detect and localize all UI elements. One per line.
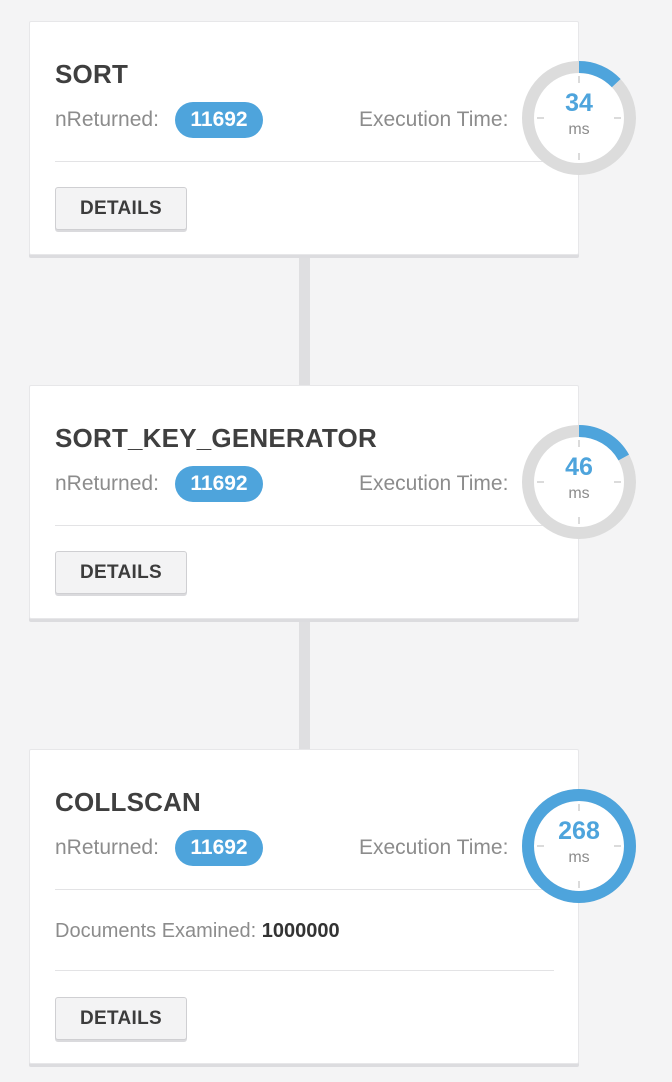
details-button[interactable]: DETAILS	[55, 187, 187, 230]
execution-time-clock: 34 ms	[519, 58, 639, 178]
stage-card-sort-key-generator: SORT_KEY_GENERATOR nReturned: 11692 Exec…	[29, 385, 579, 619]
details-button[interactable]: DETAILS	[55, 551, 187, 594]
nreturned-badge: 11692	[175, 830, 263, 866]
clock-ring-icon	[522, 789, 636, 903]
stage-card-sort: SORT nReturned: 11692 Execution Time: DE…	[29, 21, 579, 255]
execution-time-value: 46	[565, 453, 593, 481]
stage-name: COLLSCAN	[55, 787, 202, 817]
divider	[55, 889, 554, 890]
documents-examined-label: Documents Examined:	[55, 920, 257, 942]
execution-time-label: Execution Time:	[359, 108, 509, 131]
clock-ring-icon	[522, 61, 636, 175]
execution-time-unit: ms	[568, 121, 590, 138]
nreturned-badge: 11692	[175, 102, 263, 138]
nreturned-label: nReturned:	[55, 472, 159, 495]
execution-time-value: 34	[565, 89, 593, 117]
nreturned-label: nReturned:	[55, 836, 159, 859]
divider	[55, 970, 554, 971]
execution-time-label: Execution Time:	[359, 472, 509, 495]
divider	[55, 161, 554, 162]
stage-connector	[299, 619, 310, 750]
stage-card-collscan: COLLSCAN nReturned: 11692 Execution Time…	[29, 749, 579, 1064]
execution-time-unit: ms	[568, 485, 590, 502]
execution-time-unit: ms	[568, 849, 590, 866]
divider	[55, 525, 554, 526]
execution-time-clock: 268 ms	[519, 786, 639, 906]
execution-time-clock: 46 ms	[519, 422, 639, 542]
documents-examined: Documents Examined: 1000000	[55, 920, 340, 943]
stage-connector	[299, 255, 310, 386]
nreturned-label: nReturned:	[55, 108, 159, 131]
clock-ring-icon	[522, 425, 636, 539]
explain-plan-tree: SORT nReturned: 11692 Execution Time: DE…	[0, 0, 672, 1082]
execution-time-label: Execution Time:	[359, 836, 509, 859]
documents-examined-value: 1000000	[261, 920, 340, 942]
details-button[interactable]: DETAILS	[55, 997, 187, 1040]
stage-name: SORT_KEY_GENERATOR	[55, 423, 377, 453]
stage-name: SORT	[55, 59, 129, 89]
execution-time-value: 268	[558, 817, 600, 845]
nreturned-badge: 11692	[175, 466, 263, 502]
